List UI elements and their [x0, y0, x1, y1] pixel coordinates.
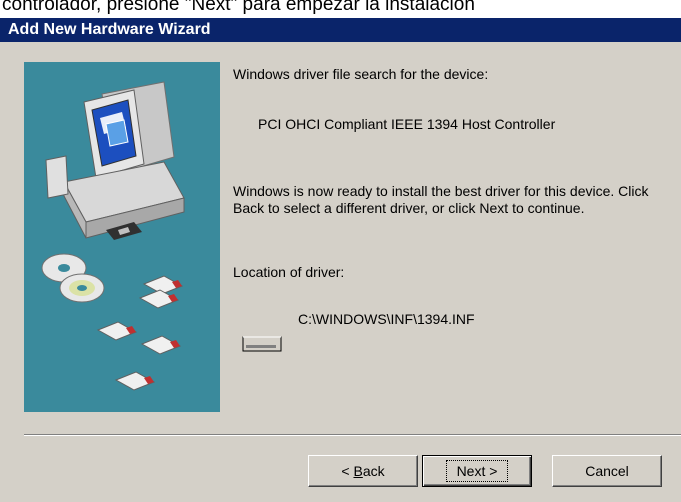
- back-prefix: <: [341, 463, 354, 479]
- driver-path: C:\WINDOWS\INF\1394.INF: [298, 311, 475, 327]
- button-separator: [24, 434, 681, 436]
- next-button[interactable]: Next >: [422, 455, 532, 487]
- back-button[interactable]: < Back: [308, 455, 418, 487]
- hard-drive-icon: [242, 336, 282, 352]
- device-name: PCI OHCI Compliant IEEE 1394 Host Contro…: [258, 116, 556, 132]
- wizard-illustration: [24, 62, 220, 412]
- search-heading: Windows driver file search for the devic…: [233, 66, 489, 82]
- computer-illustration-icon: [41, 81, 185, 391]
- cancel-button[interactable]: Cancel: [552, 455, 662, 487]
- background-caption-text: controlador, presione "Next" para empeza…: [2, 0, 475, 15]
- window-title: Add New Hardware Wizard: [0, 18, 681, 42]
- wizard-window: Add New Hardware Wizard Windows driver f…: [0, 18, 681, 502]
- location-label: Location of driver:: [233, 264, 345, 280]
- back-rest: ack: [362, 463, 385, 479]
- next-button-label: Next >: [445, 460, 509, 482]
- back-accelerator: B: [353, 463, 363, 479]
- ready-message: Windows is now ready to install the best…: [233, 183, 649, 216]
